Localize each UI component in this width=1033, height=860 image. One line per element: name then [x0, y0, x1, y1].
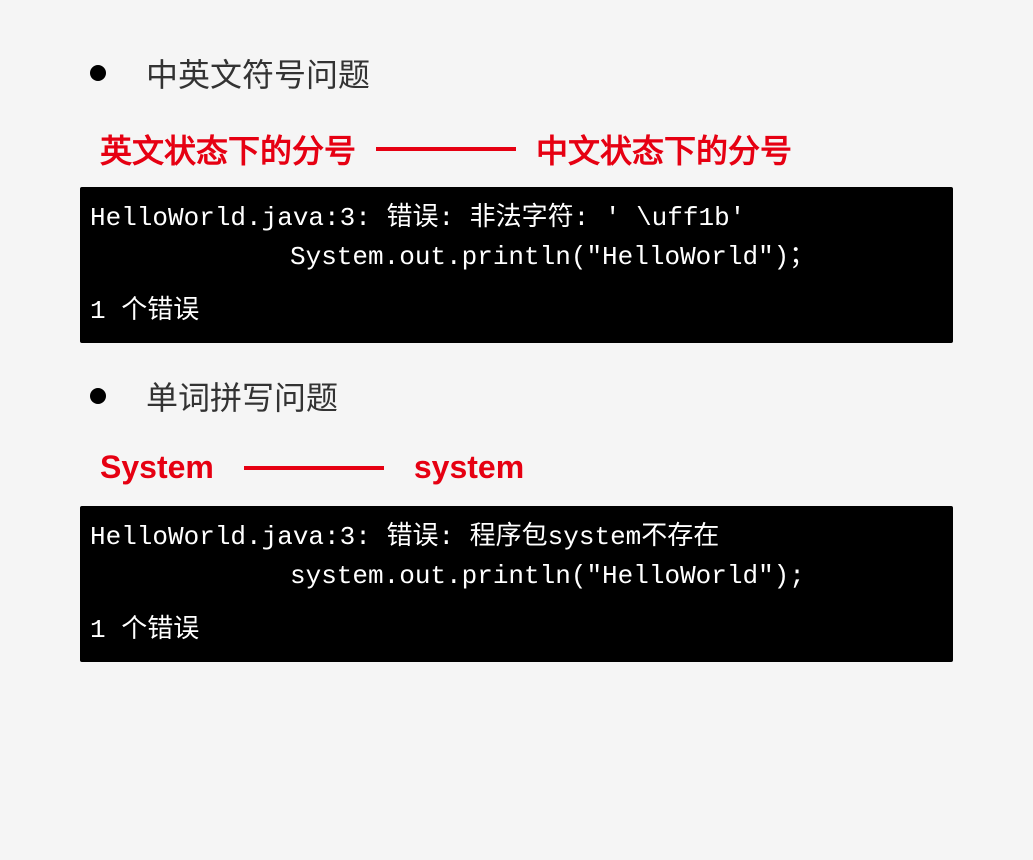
terminal-error-line: HelloWorld.java:3: 错误: 程序包system不存在	[90, 518, 943, 557]
terminal-summary-line: 1 个错误	[90, 292, 943, 331]
bullet-dot-icon	[90, 388, 106, 404]
system-capital-label: System	[100, 449, 214, 486]
terminal-output-2: HelloWorld.java:3: 错误: 程序包system不存在 syst…	[80, 506, 953, 662]
bullet-text-1: 中英文符号问题	[146, 50, 370, 96]
bullet-text-2: 单词拼写问题	[146, 373, 338, 419]
bullet-dot-icon	[90, 65, 106, 81]
bullet-item-2: 单词拼写问题	[90, 373, 973, 419]
bullet-item-1: 中英文符号问题	[90, 50, 973, 96]
system-lowercase-label: system	[414, 449, 524, 486]
comparison-row-1: 英文状态下的分号 中文状态下的分号	[100, 126, 973, 172]
terminal-summary-line: 1 个错误	[90, 611, 943, 650]
red-divider-line	[376, 147, 516, 151]
terminal-code-line: system.out.println("HelloWorld");	[90, 557, 943, 596]
english-semicolon-label: 英文状态下的分号	[100, 126, 356, 172]
terminal-error-line: HelloWorld.java:3: 错误: 非法字符: ' \uff1b'	[90, 199, 943, 238]
comparison-row-2: System system	[100, 449, 973, 486]
chinese-semicolon-label: 中文状态下的分号	[536, 126, 792, 172]
terminal-output-1: HelloWorld.java:3: 错误: 非法字符: ' \uff1b' S…	[80, 187, 953, 343]
terminal-code-line: System.out.println("HelloWorld")；	[90, 238, 943, 277]
red-divider-line	[244, 466, 384, 470]
